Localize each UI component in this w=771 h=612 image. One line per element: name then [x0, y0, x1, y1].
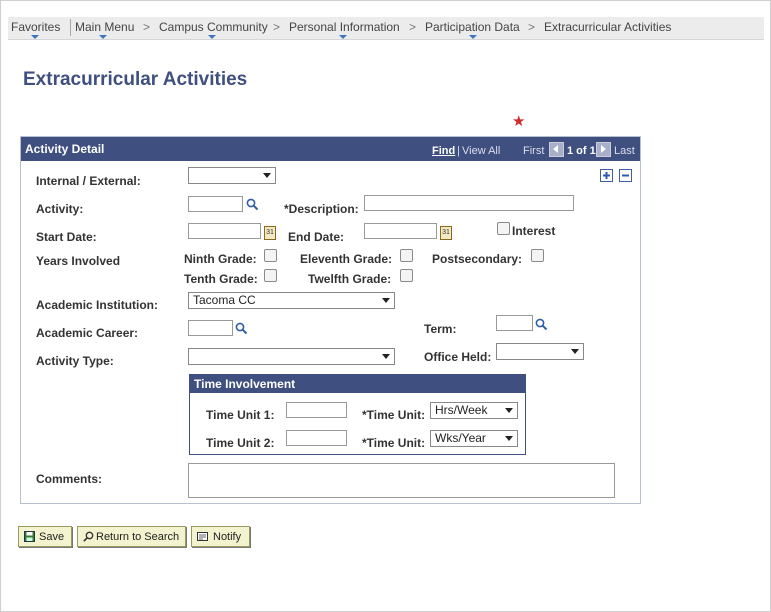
interest-checkbox[interactable] [497, 222, 510, 235]
breadcrumb: Favorites Main Menu > Campus Community >… [8, 17, 764, 40]
description-input[interactable] [364, 195, 574, 211]
activity-type-select[interactable] [188, 348, 395, 365]
breadcrumb-separator: > [528, 20, 536, 34]
time-involvement-title: Time Involvement [194, 377, 296, 391]
ninth-grade-label: Ninth Grade: [184, 252, 257, 266]
notify-button[interactable]: Notify [191, 526, 250, 547]
ninth-grade-checkbox[interactable] [264, 249, 277, 262]
start-date-calendar-icon[interactable]: 31 [264, 226, 276, 240]
time-unit-2-label: Time Unit 2: [206, 436, 275, 450]
breadcrumb-separator: > [143, 20, 151, 34]
activity-detail-title: Activity Detail [25, 142, 105, 156]
time-involvement-header: Time Involvement [190, 375, 525, 393]
time-unit-2-select[interactable]: Wks/Year [430, 430, 518, 447]
time-unit-2-input[interactable] [286, 430, 347, 446]
time-unit-1-select-label: *Time Unit: [362, 408, 426, 422]
term-label: Term: [424, 322, 457, 336]
academic-institution-label: Academic Institution: [36, 298, 159, 312]
end-date-calendar-icon[interactable]: 31 [440, 226, 452, 240]
internal-external-label: Internal / External: [36, 174, 141, 188]
page-title: Extracurricular Activities [23, 69, 248, 90]
chevron-down-icon[interactable] [208, 35, 216, 39]
academic-career-label: Academic Career: [36, 326, 139, 340]
first-link[interactable]: First [523, 145, 544, 157]
notify-icon [197, 532, 208, 541]
row-counter: 1 of 1 [567, 145, 596, 157]
academic-career-input[interactable] [188, 320, 233, 336]
chevron-down-icon[interactable] [469, 35, 477, 39]
start-date-input[interactable] [188, 223, 261, 239]
interest-label: Interest [512, 224, 556, 238]
twelfth-grade-label: Twelfth Grade: [308, 272, 392, 286]
description-label: *Description: [284, 202, 359, 216]
chevron-down-icon[interactable] [31, 35, 39, 39]
return-to-search-button[interactable]: Return to Search [77, 526, 186, 547]
activity-label: Activity: [36, 202, 84, 216]
next-row-icon[interactable] [596, 142, 611, 157]
comments-label: Comments: [36, 472, 103, 486]
end-date-input[interactable] [364, 223, 437, 239]
term-lookup-icon[interactable] [535, 318, 548, 331]
years-involved-label: Years Involved [36, 254, 121, 268]
comments-textarea[interactable] [188, 463, 615, 498]
time-unit-1-input[interactable] [286, 402, 347, 418]
breadcrumb-personal-information[interactable]: Personal Information [289, 20, 400, 39]
academic-career-lookup-icon[interactable] [235, 322, 248, 335]
return-search-icon [83, 531, 94, 542]
breadcrumb-current: Extracurricular Activities [544, 20, 672, 34]
activity-type-label: Activity Type: [36, 354, 114, 368]
favorite-star-icon[interactable]: ★ [512, 112, 525, 130]
save-button-label: Save [39, 531, 65, 543]
return-to-search-label: Return to Search [96, 531, 180, 543]
nav-divider: | [457, 145, 460, 157]
postsecondary-checkbox[interactable] [531, 249, 544, 262]
time-unit-1-select[interactable]: Hrs/Week [430, 402, 518, 419]
eleventh-grade-checkbox[interactable] [400, 249, 413, 262]
chevron-down-icon[interactable] [99, 35, 107, 39]
activity-detail-panel: Activity Detail Find | View All First 1 … [20, 136, 641, 504]
tenth-grade-label: Tenth Grade: [184, 272, 258, 286]
view-all-link[interactable]: View All [462, 145, 500, 157]
previous-row-icon[interactable] [549, 142, 564, 157]
save-icon [24, 531, 35, 542]
time-unit-1-label: Time Unit 1: [206, 408, 275, 422]
time-unit-2-select-label: *Time Unit: [362, 436, 426, 450]
eleventh-grade-label: Eleventh Grade: [300, 252, 393, 266]
save-button[interactable]: Save [18, 526, 72, 547]
breadcrumb-main-menu[interactable]: Main Menu [75, 20, 134, 39]
office-held-label: Office Held: [424, 350, 492, 364]
office-held-select[interactable] [496, 343, 584, 360]
term-input[interactable] [496, 315, 533, 331]
breadcrumb-separator: > [409, 20, 417, 34]
chevron-down-icon[interactable] [339, 35, 347, 39]
activity-lookup-icon[interactable] [246, 198, 259, 211]
chevron-down-icon [505, 408, 513, 413]
breadcrumb-campus-community[interactable]: Campus Community [159, 20, 268, 39]
find-link[interactable]: Find [432, 145, 455, 157]
breadcrumb-favorites[interactable]: Favorites [11, 20, 60, 39]
breadcrumb-separator: > [273, 20, 281, 34]
academic-institution-select[interactable]: Tacoma CC [188, 292, 395, 309]
chevron-down-icon [571, 349, 579, 354]
postsecondary-label: Postsecondary: [432, 252, 523, 266]
chevron-down-icon [382, 354, 390, 359]
notify-button-label: Notify [213, 531, 242, 543]
twelfth-grade-checkbox[interactable] [400, 269, 413, 282]
end-date-label: End Date: [288, 230, 345, 244]
time-involvement-box: Time Involvement Time Unit 1: *Time Unit… [189, 374, 526, 455]
tenth-grade-checkbox[interactable] [264, 269, 277, 282]
chevron-down-icon [263, 173, 271, 178]
breadcrumb-divider [70, 19, 71, 36]
breadcrumb-participation-data[interactable]: Participation Data [425, 20, 520, 39]
activity-input[interactable] [188, 196, 243, 212]
chevron-down-icon [505, 436, 513, 441]
delete-row-icon[interactable] [619, 169, 632, 182]
last-link[interactable]: Last [614, 145, 635, 157]
add-row-icon[interactable] [600, 169, 613, 182]
activity-detail-header: Activity Detail Find | View All First 1 … [21, 137, 640, 161]
chevron-down-icon [382, 298, 390, 303]
start-date-label: Start Date: [36, 230, 97, 244]
internal-external-select[interactable] [188, 167, 276, 184]
